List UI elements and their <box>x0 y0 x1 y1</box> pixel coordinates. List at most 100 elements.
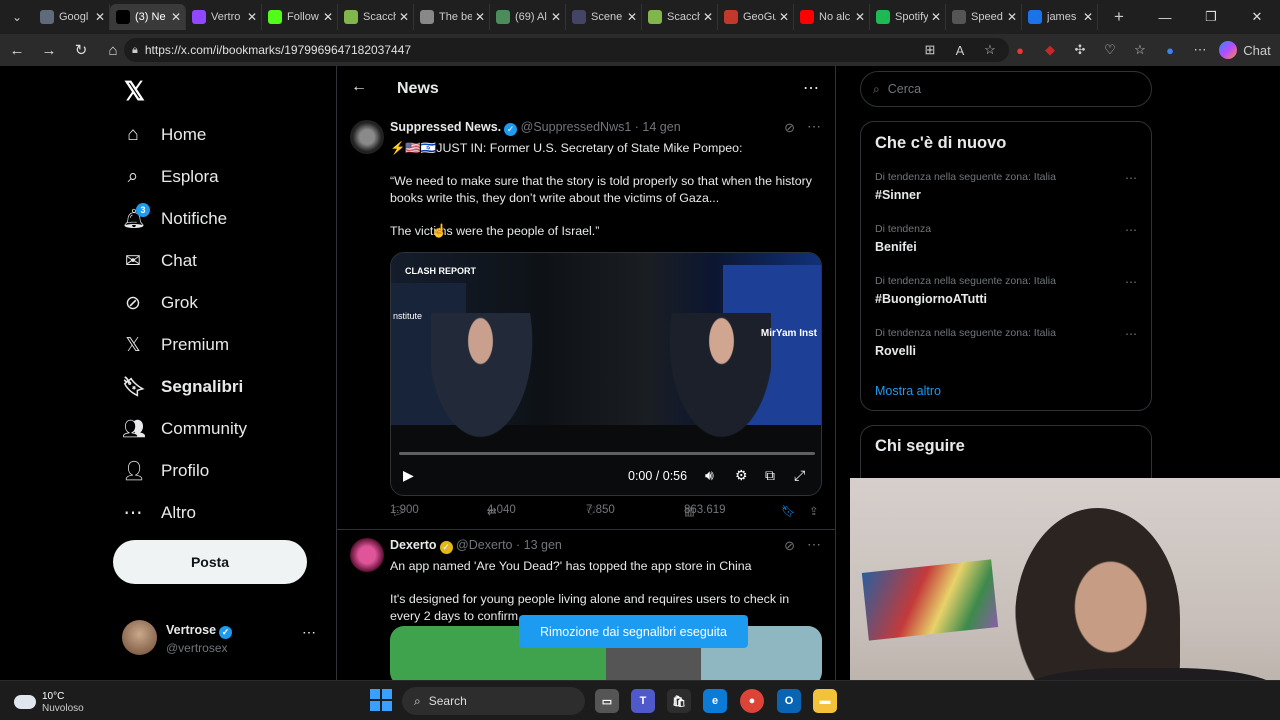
author-name[interactable]: Suppressed News. <box>390 120 501 134</box>
close-tab-icon[interactable]: ✕ <box>171 10 181 24</box>
browser-tab[interactable]: Googl ✕ <box>34 4 110 30</box>
browser-tab[interactable]: Follow ✕ <box>262 4 338 30</box>
share-icon[interactable]: ⇪ <box>809 504 819 518</box>
post-button[interactable]: Posta <box>113 540 307 584</box>
nav-item-esplora[interactable]: ⌕ Esplora <box>122 157 219 197</box>
more-dots-icon[interactable]: ⋯ <box>803 78 819 98</box>
close-window-icon[interactable]: ✕ <box>1234 0 1280 34</box>
more-dots-icon[interactable]: ⋯ <box>807 118 821 135</box>
windows-start-icon[interactable] <box>370 689 392 711</box>
bookmark-icon[interactable]: 🔖︎ <box>781 504 796 518</box>
play-icon[interactable]: ▶ <box>403 467 414 484</box>
settings-gear-icon[interactable]: ⚙ <box>735 467 748 484</box>
task-view-icon[interactable]: ▭ <box>595 689 619 713</box>
grok-icon[interactable]: ⊘ <box>784 120 795 136</box>
tab-list-chevron-icon[interactable]: ⌄ <box>0 0 34 34</box>
close-tab-icon[interactable]: ✕ <box>779 10 789 24</box>
new-tab-plus-icon[interactable]: + <box>1102 0 1136 34</box>
browser-essentials-icon[interactable]: ♡ <box>1095 42 1125 58</box>
minimize-icon[interactable]: — <box>1142 0 1188 34</box>
video-progress-bar[interactable] <box>399 452 815 455</box>
browser-tab[interactable]: No alc ✕ <box>794 4 870 30</box>
file-explorer-icon[interactable]: ▬ <box>813 689 837 713</box>
more-dots-icon[interactable]: ⋯ <box>1125 275 1137 289</box>
author-handle[interactable]: @Dexerto <box>456 538 512 552</box>
trend-item[interactable]: Di tendenza nella seguente zona: Italia #… <box>875 171 1145 215</box>
close-tab-icon[interactable]: ✕ <box>1007 10 1017 24</box>
maximize-icon[interactable]: ❐ <box>1188 0 1234 34</box>
account-switcher[interactable]: Vertrose ✓ @vertrosex ⋯ <box>122 618 332 658</box>
trend-item[interactable]: Di tendenza Benifei ⋯ <box>875 223 1145 267</box>
nav-item-altro[interactable]: ⋯ Altro <box>122 493 196 533</box>
chrome-icon[interactable]: ● <box>740 689 764 713</box>
outlook-icon[interactable]: O <box>777 689 801 713</box>
close-tab-icon[interactable]: ✕ <box>551 10 561 24</box>
grok-icon[interactable]: ⊘ <box>784 538 795 554</box>
close-tab-icon[interactable]: ✕ <box>703 10 713 24</box>
nav-item-profilo[interactable]: 👤︎ Profilo <box>122 451 209 491</box>
read-aloud-icon[interactable]: A <box>945 43 975 58</box>
ublock-icon[interactable]: ◆ <box>1035 42 1065 58</box>
tweet-time[interactable]: · 13 gen <box>516 538 562 552</box>
browser-tab[interactable]: (69) Al ✕ <box>490 4 566 30</box>
avatar[interactable] <box>350 538 384 572</box>
back-arrow-icon[interactable]: ← <box>2 35 32 65</box>
more-dots-icon[interactable]: ⋯ <box>1125 171 1137 185</box>
browser-tab[interactable]: james ✕ <box>1022 4 1098 30</box>
author-name[interactable]: Dexerto <box>390 538 437 552</box>
nav-item-segnalibri[interactable]: 🔖︎ Segnalibri <box>122 367 243 407</box>
close-tab-icon[interactable]: ✕ <box>931 10 941 24</box>
lock-icon[interactable]: 🔒︎ <box>132 44 138 57</box>
trend-item[interactable]: Di tendenza nella seguente zona: Italia R… <box>875 327 1145 371</box>
forward-arrow-icon[interactable]: → <box>34 35 64 65</box>
edge-icon[interactable]: e <box>703 689 727 713</box>
avatar[interactable] <box>350 120 384 154</box>
more-dots-icon[interactable]: ⋯ <box>807 536 821 553</box>
nav-item-home[interactable]: ⌂ Home <box>122 115 206 155</box>
nav-item-chat[interactable]: ✉ Chat <box>122 241 197 281</box>
close-tab-icon[interactable]: ✕ <box>399 10 409 24</box>
close-tab-icon[interactable]: ✕ <box>627 10 637 24</box>
x-logo-icon[interactable]: 𝕏 <box>124 76 145 107</box>
author-handle[interactable]: @SuppressedNws1 <box>521 120 632 134</box>
browser-tab[interactable]: Scene ✕ <box>566 4 642 30</box>
browser-tab[interactable]: The be ✕ <box>414 4 490 30</box>
tweet-card[interactable]: Suppressed News. ✓ @SuppressedNws1 · 14 g… <box>337 112 835 530</box>
favorite-star-icon[interactable]: ☆ <box>975 42 1005 58</box>
profile-avatar-icon[interactable]: ● <box>1155 43 1185 58</box>
back-arrow-icon[interactable]: ← <box>351 78 367 96</box>
browser-menu-icon[interactable]: ⋯ <box>1185 42 1215 58</box>
browser-tab[interactable]: GeoGu ✕ <box>718 4 794 30</box>
extension-red-icon[interactable]: ● <box>1005 43 1035 58</box>
taskbar-search[interactable]: ⌕ Search <box>402 687 585 715</box>
browser-tab[interactable]: Scacch ✕ <box>338 4 414 30</box>
more-dots-icon[interactable]: ⋯ <box>1125 327 1137 341</box>
favorites-icon[interactable]: ☆ <box>1125 42 1155 58</box>
weather-widget[interactable]: 10°C Nuvoloso <box>14 687 84 717</box>
nav-item-notifiche[interactable]: 🔔︎ 3 Notifiche <box>122 199 227 239</box>
apps-grid-icon[interactable]: ⊞ <box>915 42 945 58</box>
copilot-button[interactable]: Chat <box>1219 41 1272 59</box>
volume-icon[interactable]: 🔊︎ <box>705 467 714 484</box>
browser-tab[interactable]: Scacch ✕ <box>642 4 718 30</box>
video-player[interactable]: CLASH REPORT MirYam Inst nstitute ▶ 0:00… <box>390 252 822 496</box>
store-icon[interactable]: 🛍︎ <box>667 689 691 713</box>
more-dots-icon[interactable]: ⋯ <box>1125 223 1137 237</box>
tweet-time[interactable]: · 14 gen <box>635 120 681 134</box>
more-dots-icon[interactable]: ⋯ <box>302 624 316 641</box>
teams-icon[interactable]: T <box>631 689 655 713</box>
close-tab-icon[interactable]: ✕ <box>1083 10 1093 24</box>
nav-item-community[interactable]: 👥︎ Community <box>122 409 247 449</box>
reload-icon[interactable]: ↻ <box>66 35 96 65</box>
search-input[interactable]: ⌕ Cerca <box>860 71 1152 107</box>
show-more-link[interactable]: Mostra altro <box>875 384 941 398</box>
close-tab-icon[interactable]: ✕ <box>95 10 105 24</box>
close-tab-icon[interactable]: ✕ <box>475 10 485 24</box>
address-bar[interactable]: 🔒︎ https://x.com/i/bookmarks/19799696471… <box>124 38 1009 62</box>
tweet-card[interactable]: Dexerto ✓ @Dexerto · 13 gen ⊘ ⋯ An app na… <box>337 530 835 680</box>
extensions-puzzle-icon[interactable]: ✣ <box>1065 42 1095 58</box>
close-tab-icon[interactable]: ✕ <box>855 10 865 24</box>
nav-item-premium[interactable]: 𝕏 Premium <box>122 325 229 365</box>
nav-item-grok[interactable]: ⊘ Grok <box>122 283 198 323</box>
browser-tab[interactable]: (3) Ne ✕ <box>110 4 186 30</box>
